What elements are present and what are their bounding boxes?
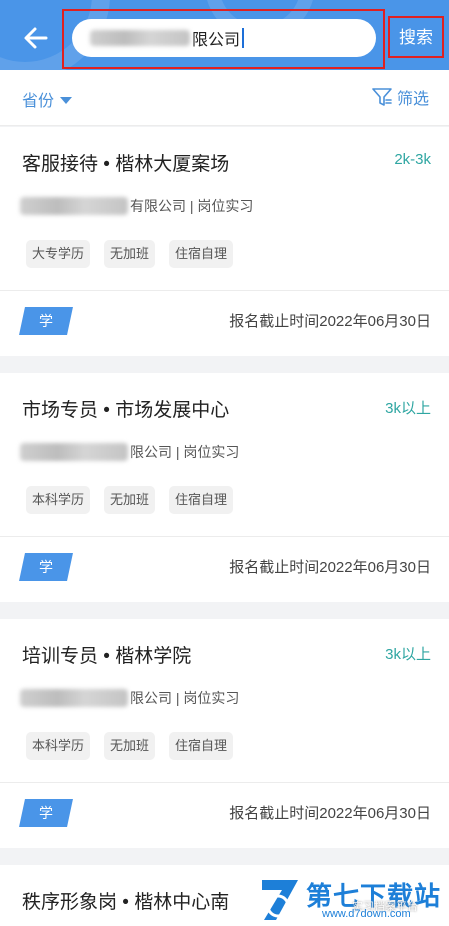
deadline: 报名截止时间2022年06月30日 [229,805,431,822]
tag: 无加班 [104,486,156,514]
funnel-icon [372,88,392,106]
tag-list: 本科学历 无加班 住宿自理 [26,486,234,514]
company-info: 有限公司 | 岗位实习 [20,196,253,216]
job-title: 秩序形象岗 • 楷林中心南 [22,892,230,913]
salary: 2k-3k [394,151,431,168]
company-text: 限公司 | 岗位实习 [130,690,240,706]
job-card[interactable]: 市场专员 • 市场发展中心 3k以上 限公司 | 岗位实习 本科学历 无加班 住… [0,373,449,602]
company-text: 限公司 | 岗位实习 [130,444,240,460]
tag: 无加班 [104,240,156,268]
deadline: 报名截止时间2022年06月30日 [229,559,431,576]
company-info: 限公司 | 岗位实习 [20,688,239,708]
tag-list: 本科学历 无加班 住宿自理 [26,732,234,760]
company-text: 有限公司 | 岗位实习 [130,198,254,214]
tag: 大专学历 [26,240,91,268]
province-dropdown[interactable]: 省份 [22,87,73,111]
divider [0,782,449,783]
province-label: 省份 [22,93,55,110]
category-badge: 学 [19,307,73,335]
back-button[interactable] [20,22,52,54]
company-info: 限公司 | 岗位实习 [20,442,239,462]
filter-label: 筛选 [396,91,429,108]
tag: 本科学历 [26,486,91,514]
filter-button[interactable]: 筛选 [371,85,429,109]
job-title: 市场专员 • 市场发展中心 [22,400,230,421]
redacted-text [20,197,128,215]
tag: 住宿自理 [169,732,234,760]
job-title: 客服接待 • 楷林大厦案场 [22,154,230,175]
job-card[interactable]: 培训专员 • 楷林学院 3k以上 限公司 | 岗位实习 本科学历 无加班 住宿自… [0,619,449,848]
highlight-box-search [62,9,385,69]
highlight-box-button [388,16,444,58]
tag: 住宿自理 [169,240,234,268]
job-card[interactable]: 客服接待 • 楷林大厦案场 2k-3k 有限公司 | 岗位实习 大专学历 无加班… [0,127,449,356]
tag: 本科学历 [26,732,91,760]
watermark-url: www.d7down.com [322,908,411,920]
salary: 3k以上 [385,646,431,663]
site-logo-icon [262,880,298,920]
divider [0,290,449,291]
category-badge: 学 [19,799,73,827]
tag: 住宿自理 [169,486,234,514]
tag: 无加班 [104,732,156,760]
category-badge: 学 [19,553,73,581]
caret-down-icon [60,96,73,104]
divider [0,536,449,537]
filter-bar: 省份 筛选 [0,70,449,126]
site-watermark: 第七下载站 实习档案平台 www.d7down.com [252,874,449,926]
tag-list: 大专学历 无加班 住宿自理 [26,240,234,268]
job-title: 培训专员 • 楷林学院 [22,646,192,667]
redacted-text [20,689,128,707]
arrow-left-icon [24,27,48,49]
deadline: 报名截止时间2022年06月30日 [229,313,431,330]
redacted-text [20,443,128,461]
salary: 3k以上 [385,400,431,417]
